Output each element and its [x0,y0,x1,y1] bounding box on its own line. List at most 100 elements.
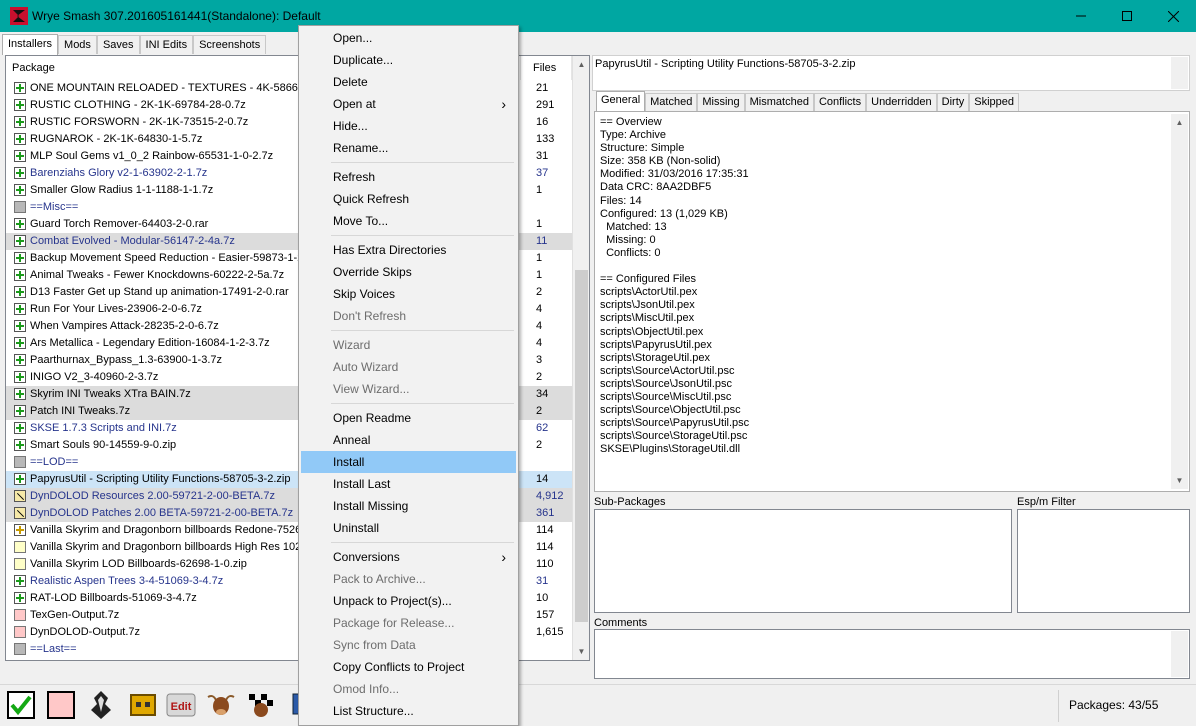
status-plus-icon[interactable] [14,405,26,417]
status-plus-icon[interactable] [14,473,26,485]
status-yplus-icon[interactable] [14,524,26,536]
tab-conflicts[interactable]: Conflicts [813,93,867,111]
tab-underridden[interactable]: Underridden [866,93,937,111]
tab-general[interactable]: General [596,91,646,112]
menu-item-has-extra-directories[interactable]: Has Extra Directories [301,239,516,261]
checker-cow-button[interactable] [246,689,276,721]
status-plus-icon[interactable] [14,116,26,128]
tab-saves[interactable]: Saves [96,35,140,54]
status-yellow-icon[interactable] [14,541,26,553]
list-scrollbar[interactable]: ▲ ▼ [572,56,589,660]
menu-item-move-to[interactable]: Move To... [301,210,516,232]
menu-item-install-missing[interactable]: Install Missing [301,495,516,517]
status-plus-icon[interactable] [14,150,26,162]
status-plus-icon[interactable] [14,99,26,111]
menu-item-unpack-to-project-s[interactable]: Unpack to Project(s)... [301,590,516,612]
menu-item-auto-wizard[interactable]: Auto Wizard [301,356,516,378]
close-button[interactable] [1150,0,1196,32]
status-plus-icon[interactable] [14,320,26,332]
maximize-button[interactable] [1104,0,1150,32]
status-pink-icon[interactable] [14,609,26,621]
boss-button[interactable] [128,689,158,721]
status-plus-icon[interactable] [14,218,26,230]
status-plus-icon[interactable] [14,269,26,281]
menu-item-omod-info[interactable]: Omod Info... [301,678,516,700]
column-header-files[interactable]: Files [527,56,572,80]
status-plus-icon[interactable] [14,371,26,383]
cow-button[interactable] [206,689,236,721]
status-plus-icon[interactable] [14,354,26,366]
pink-square-button[interactable] [46,689,76,721]
comments-textarea[interactable] [594,629,1190,679]
menu-item-refresh[interactable]: Refresh [301,166,516,188]
comments-scrollbar[interactable] [1171,631,1188,677]
menu-item-hide[interactable]: Hide... [301,115,516,137]
menu-item-rename[interactable]: Rename... [301,137,516,159]
scroll-down-arrow[interactable]: ▼ [573,643,590,660]
tab-dirty[interactable]: Dirty [936,93,970,111]
status-plus-icon[interactable] [14,286,26,298]
status-plus-icon[interactable] [14,422,26,434]
info-scroll-down-arrow[interactable]: ▼ [1171,472,1188,489]
menu-item-open[interactable]: Open... [301,27,516,49]
menu-item-package-for-release[interactable]: Package for Release... [301,612,516,634]
menu-item-skip-voices[interactable]: Skip Voices [301,283,516,305]
menu-item-override-skips[interactable]: Override Skips [301,261,516,283]
sub-packages-list[interactable] [594,509,1012,613]
skyrim-launch-button[interactable] [86,689,116,721]
edit-button[interactable]: Edit [166,689,196,721]
tab-mismatched[interactable]: Mismatched [744,93,814,111]
scroll-up-arrow[interactable]: ▲ [573,56,590,73]
status-gray-icon[interactable] [14,201,26,213]
menu-item-open-at[interactable]: Open at › [301,93,516,115]
menu-item-anneal[interactable]: Anneal [301,429,516,451]
status-plus-icon[interactable] [14,133,26,145]
status-plus-icon[interactable] [14,82,26,94]
menu-item-duplicate[interactable]: Duplicate... [301,49,516,71]
status-plus-icon[interactable] [14,575,26,587]
menu-item-open-readme[interactable]: Open Readme [301,407,516,429]
status-plus-icon[interactable] [14,388,26,400]
status-partial-icon[interactable] [14,507,26,519]
status-pink-icon[interactable] [14,626,26,638]
esp-filter-list[interactable] [1017,509,1190,613]
menu-item-don-t-refresh[interactable]: Don't Refresh [301,305,516,327]
menu-item-delete[interactable]: Delete [301,71,516,93]
info-scrollbar[interactable]: ▲ ▼ [1171,114,1188,489]
status-gray-icon[interactable] [14,456,26,468]
status-plus-icon[interactable] [14,337,26,349]
menu-item-conversions[interactable]: Conversions › [301,546,516,568]
tab-matched[interactable]: Matched [645,93,698,111]
status-partial-icon[interactable] [14,490,26,502]
check-button[interactable] [6,689,36,721]
minimize-button[interactable] [1058,0,1104,32]
status-plus-icon[interactable] [14,184,26,196]
status-yellow-icon[interactable] [14,558,26,570]
menu-item-uninstall[interactable]: Uninstall [301,517,516,539]
status-gray-icon[interactable] [14,643,26,655]
menu-item-install[interactable]: Install [301,451,516,473]
info-scroll-up-arrow[interactable]: ▲ [1171,114,1188,131]
tab-ini-edits[interactable]: INI Edits [139,35,194,54]
menu-item-pack-to-archive[interactable]: Pack to Archive... [301,568,516,590]
menu-item-list-structure[interactable]: List Structure... [301,700,516,722]
title-scrollbar[interactable] [1171,57,1188,89]
status-plus-icon[interactable] [14,252,26,264]
status-plus-icon[interactable] [14,167,26,179]
tab-screenshots[interactable]: Screenshots [193,35,267,54]
menu-item-wizard[interactable]: Wizard [301,334,516,356]
tab-skipped[interactable]: Skipped [969,93,1020,111]
tab-mods[interactable]: Mods [58,35,97,54]
menu-item-sync-from-data[interactable]: Sync from Data [301,634,516,656]
menu-item-quick-refresh[interactable]: Quick Refresh [301,188,516,210]
menu-item-copy-conflicts-to-project[interactable]: Copy Conflicts to Project [301,656,516,678]
status-plus-icon[interactable] [14,439,26,451]
tab-missing[interactable]: Missing [697,93,745,111]
status-plus-icon[interactable] [14,592,26,604]
status-plus-icon[interactable] [14,235,26,247]
general-info-box[interactable]: == Overview Type: Archive Structure: Simpl… [594,111,1190,492]
scroll-thumb[interactable] [575,270,588,622]
menu-item-view-wizard[interactable]: View Wizard... [301,378,516,400]
tab-installers[interactable]: Installers [2,34,59,55]
menu-item-install-last[interactable]: Install Last [301,473,516,495]
